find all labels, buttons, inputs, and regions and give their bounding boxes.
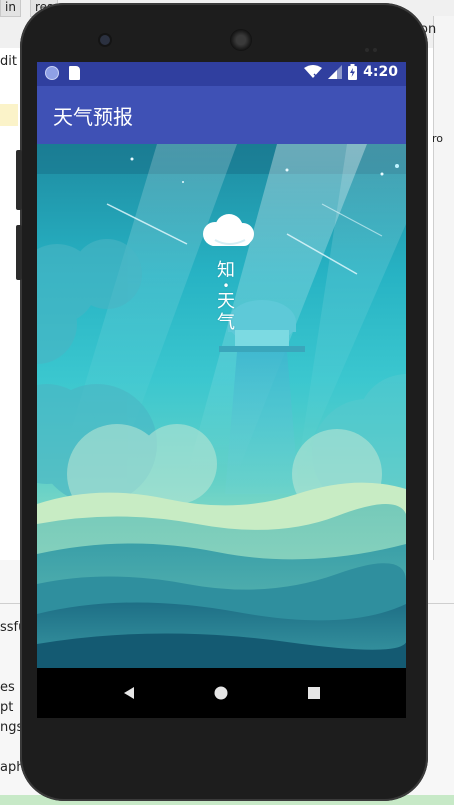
weather-cloud-logo-icon bbox=[197, 212, 257, 252]
ide-fragment: es bbox=[0, 680, 15, 695]
recents-square-icon bbox=[308, 687, 320, 699]
ide-right-panel bbox=[433, 16, 454, 606]
sd-card-icon bbox=[69, 66, 80, 80]
logo-text: 知 • 天 气 bbox=[213, 260, 239, 333]
app-title: 天气预报 bbox=[53, 105, 133, 129]
back-triangle-icon bbox=[124, 687, 134, 699]
logo-dot: • bbox=[222, 279, 230, 293]
volume-button[interactable] bbox=[16, 150, 22, 210]
sensors-icon bbox=[365, 37, 383, 52]
back-button[interactable] bbox=[99, 668, 159, 718]
status-clock: 4:20 bbox=[363, 64, 398, 80]
wifi-icon bbox=[304, 65, 323, 79]
device-screen: 4:20 天气预报 知 • 天 气 bbox=[37, 62, 406, 718]
ide-fragment: dit bbox=[0, 54, 17, 69]
speaker-icon bbox=[230, 29, 252, 51]
navigation-bar bbox=[37, 668, 406, 718]
logo-char: 知 bbox=[217, 260, 235, 281]
ide-tab[interactable]: in bbox=[0, 0, 21, 17]
circle-notification-icon bbox=[45, 66, 59, 80]
recents-button[interactable] bbox=[284, 668, 344, 718]
home-button[interactable] bbox=[191, 668, 251, 718]
ide-fragment: ro bbox=[432, 132, 444, 145]
front-camera-icon bbox=[100, 35, 110, 45]
ide-fragment: pt bbox=[0, 700, 14, 715]
ide-tab-label: in bbox=[5, 0, 16, 14]
battery-icon bbox=[348, 64, 358, 80]
status-bar: 4:20 bbox=[37, 62, 406, 86]
logo-char: 气 bbox=[217, 312, 235, 333]
signal-icon bbox=[328, 65, 343, 79]
logo-char: 天 bbox=[217, 291, 235, 312]
app-toolbar: 天气预报 bbox=[37, 86, 406, 144]
power-button[interactable] bbox=[16, 225, 22, 280]
home-circle-icon bbox=[214, 686, 228, 700]
ide-highlight bbox=[0, 104, 18, 126]
splash-background-illustration: 知 • 天 气 bbox=[37, 144, 406, 668]
